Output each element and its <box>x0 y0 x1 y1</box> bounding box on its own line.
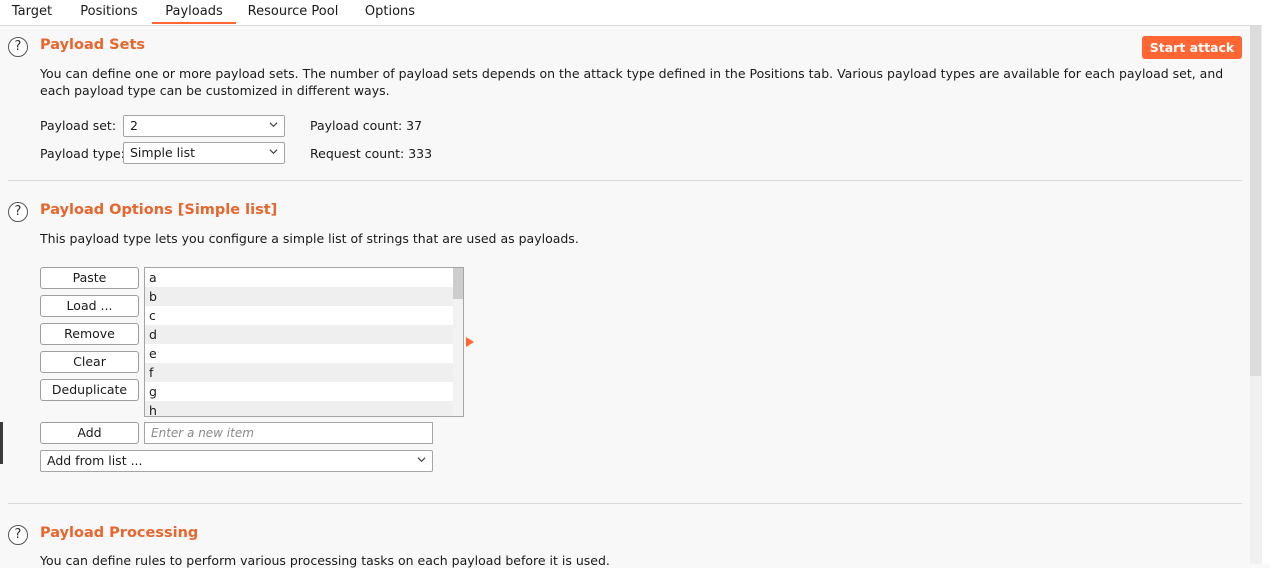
payload-set-label: Payload set: <box>40 118 117 133</box>
payload-list[interactable]: a b c d e f g h <box>144 267 464 417</box>
payload-options-title: Payload Options [Simple list] <box>40 202 278 218</box>
tab-target[interactable]: Target <box>4 0 60 24</box>
expand-arrow-icon[interactable] <box>466 337 474 347</box>
list-item[interactable]: b <box>145 287 453 306</box>
tab-bar: Target Positions Payloads Resource Pool … <box>0 0 1262 26</box>
section-divider <box>8 503 1242 504</box>
payload-set-select[interactable]: 2 <box>123 115 285 137</box>
section-divider <box>8 180 1242 181</box>
payload-set-value: 2 <box>130 118 138 133</box>
tab-resource-pool[interactable]: Resource Pool <box>244 0 342 24</box>
chevron-down-icon <box>269 149 278 155</box>
load-button[interactable]: Load ... <box>40 295 139 317</box>
payload-type-value: Simple list <box>130 145 196 160</box>
payload-sets-title: Payload Sets <box>40 37 146 53</box>
scrollbar-thumb[interactable] <box>1250 26 1261 376</box>
payload-type-label: Payload type: <box>40 146 125 161</box>
request-count: Request count: 333 <box>310 146 433 161</box>
list-scrollbar-thumb[interactable] <box>453 268 463 299</box>
remove-button[interactable]: Remove <box>40 323 139 345</box>
help-icon[interactable]: ? <box>8 202 28 222</box>
window-edge <box>1262 0 1270 564</box>
list-item[interactable]: c <box>145 306 453 325</box>
add-from-list-select[interactable]: Add from list ... <box>40 450 433 472</box>
list-item[interactable]: f <box>145 363 453 382</box>
add-from-list-value: Add from list ... <box>47 453 143 468</box>
payload-processing-title: Payload Processing <box>40 525 199 541</box>
list-item[interactable]: h <box>145 401 453 416</box>
list-scrollbar[interactable] <box>453 268 463 416</box>
payload-processing-description: You can define rules to perform various … <box>40 553 610 568</box>
deduplicate-button[interactable]: Deduplicate <box>40 379 139 401</box>
payload-options-description: This payload type lets you configure a s… <box>40 231 579 246</box>
tab-options[interactable]: Options <box>358 0 422 24</box>
list-item[interactable]: a <box>145 268 453 287</box>
help-icon[interactable]: ? <box>8 37 28 57</box>
list-item[interactable]: e <box>145 344 453 363</box>
new-item-input[interactable] <box>145 423 427 443</box>
chevron-down-icon <box>417 457 426 463</box>
start-attack-button[interactable]: Start attack <box>1142 36 1242 59</box>
payload-type-select[interactable]: Simple list <box>123 142 285 164</box>
clear-button[interactable]: Clear <box>40 351 139 373</box>
tab-positions[interactable]: Positions <box>74 0 144 24</box>
add-button[interactable]: Add <box>40 422 139 444</box>
help-icon[interactable]: ? <box>8 525 28 545</box>
paste-button[interactable]: Paste <box>40 267 139 289</box>
split-handle[interactable] <box>0 422 3 464</box>
new-item-field[interactable] <box>144 422 433 444</box>
tab-payloads[interactable]: Payloads <box>152 0 236 24</box>
payload-sets-description: You can define one or more payload sets.… <box>40 66 1224 98</box>
vertical-scrollbar[interactable] <box>1250 26 1262 564</box>
payload-count: Payload count: 37 <box>310 118 423 133</box>
chevron-down-icon <box>269 122 278 128</box>
list-item[interactable]: d <box>145 325 453 344</box>
list-item[interactable]: g <box>145 382 453 401</box>
